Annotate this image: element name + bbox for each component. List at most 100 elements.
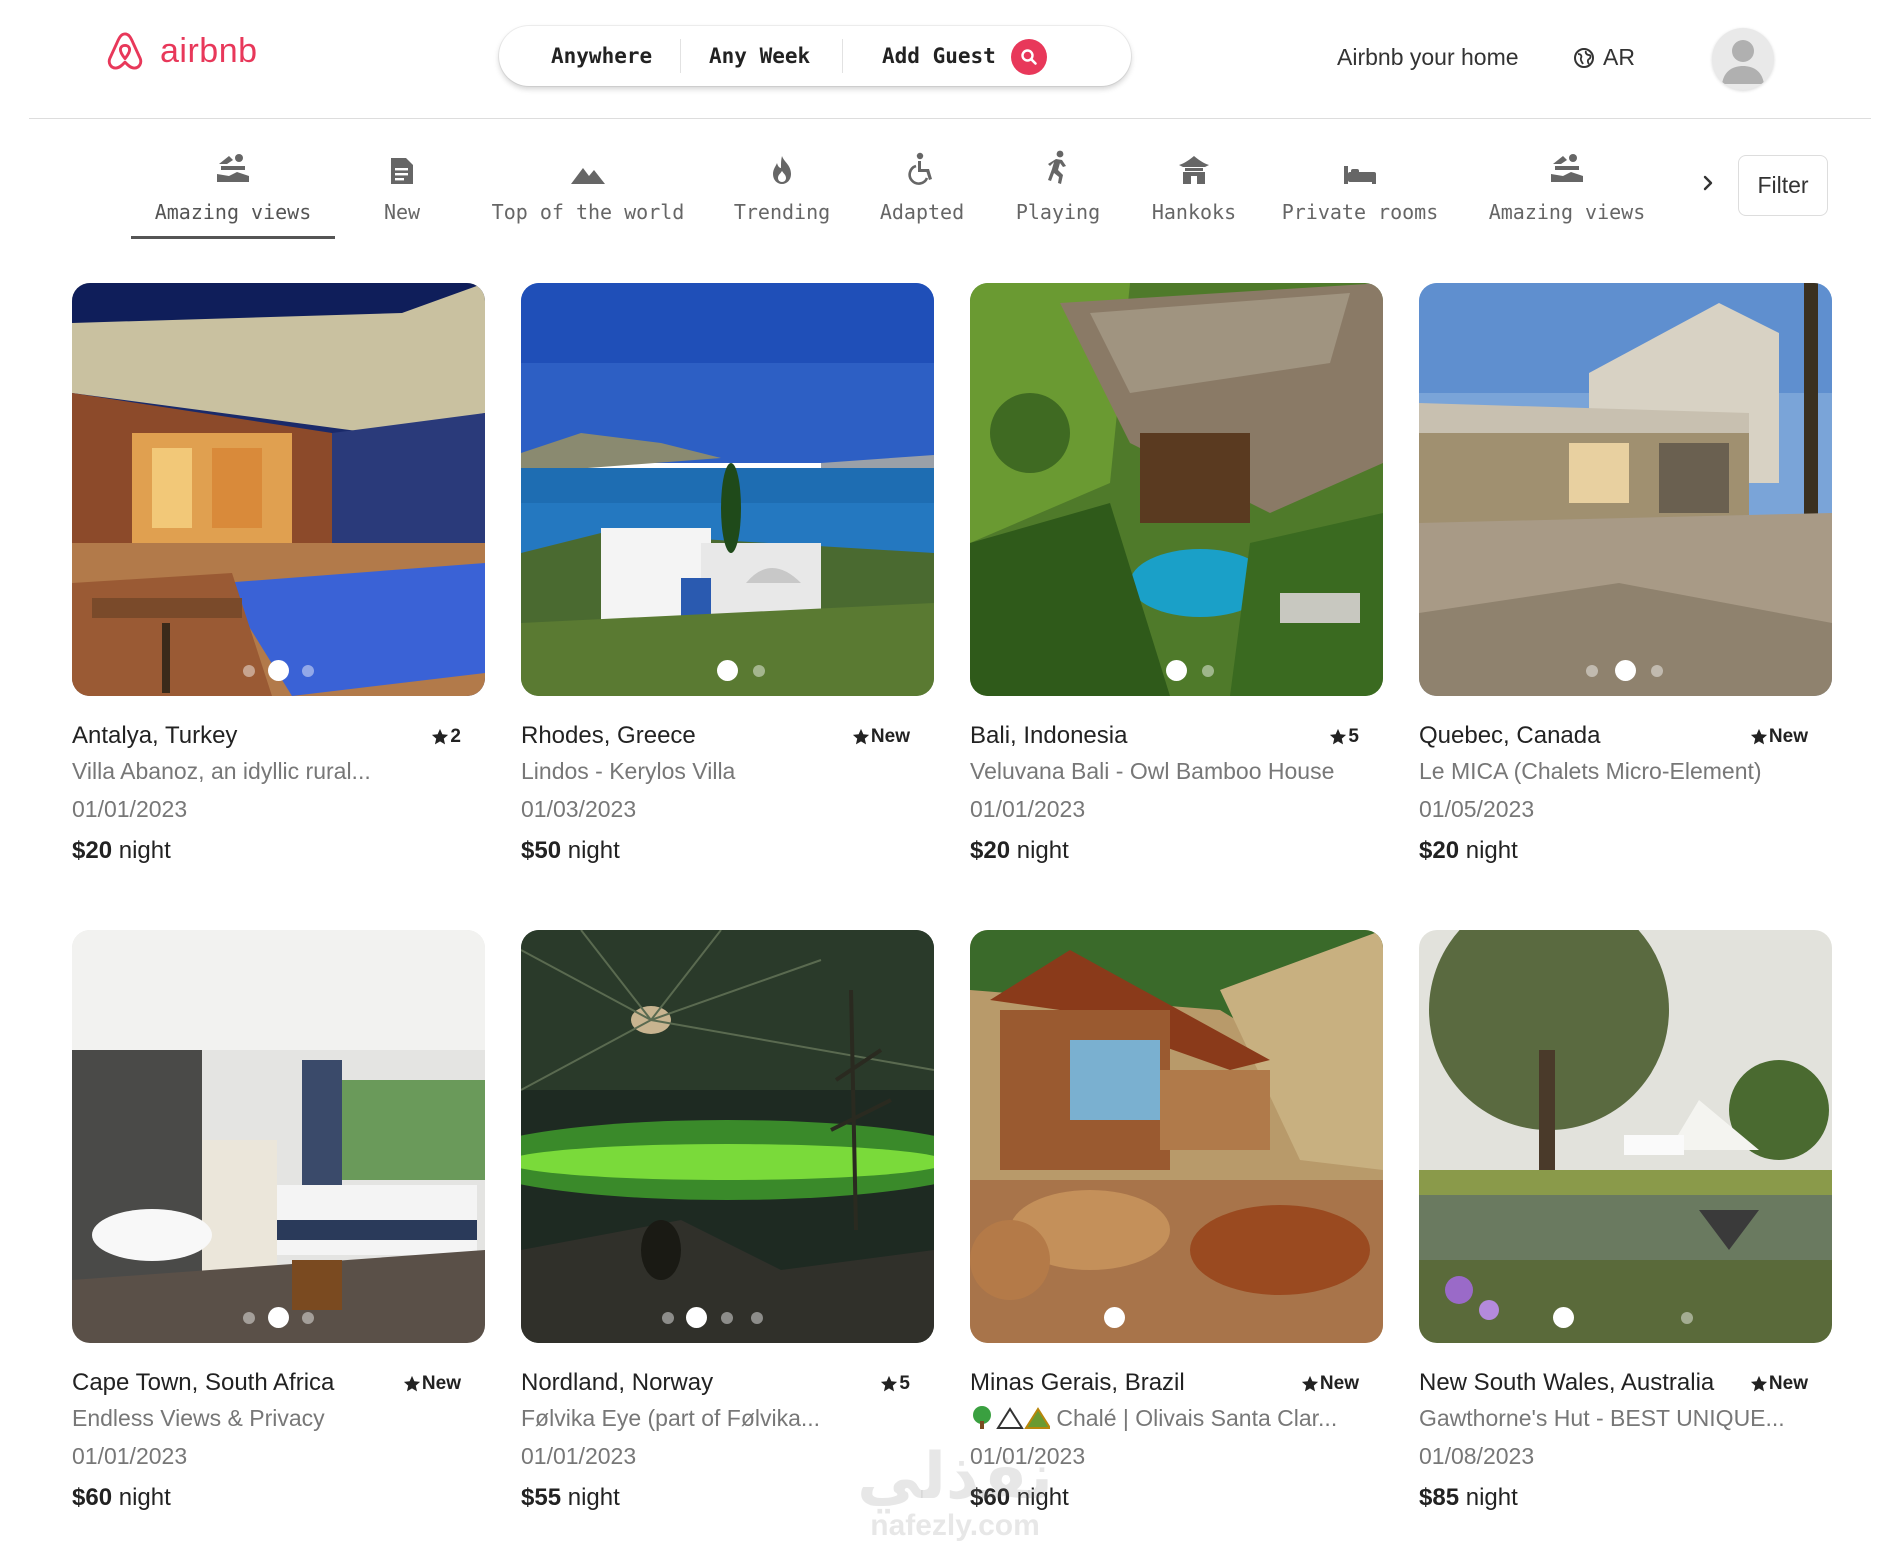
listing-card[interactable]: Nordland, Norway 5 Følvika Eye (part of …	[521, 930, 934, 1523]
category-amazing-views[interactable]: Amazing views	[131, 140, 335, 240]
category-new[interactable]: New	[362, 140, 442, 240]
listing-date: 01/01/2023	[521, 1443, 637, 1469]
listing-photo[interactable]	[72, 283, 485, 696]
listing-location: Bali, Indonesia	[970, 722, 1128, 749]
category-label: Private rooms	[1281, 200, 1439, 224]
listing-card[interactable]: Rhodes, Greece New Lindos - Kerylos Vill…	[521, 283, 934, 876]
listing-location: New South Wales, Australia	[1419, 1369, 1715, 1396]
listing-location: Rhodes, Greece	[521, 722, 696, 749]
listing-rating: New	[1750, 726, 1808, 748]
category-trending[interactable]: Trending	[724, 140, 840, 240]
listing-photo[interactable]	[1419, 283, 1832, 696]
search-bar[interactable]: Anywhere Any Week Add Guest	[499, 26, 1131, 86]
aurora-dome-photo	[521, 930, 934, 1343]
tree-mountain-emoji-icons	[973, 1406, 1052, 1429]
pond-hut-photo	[1419, 930, 1832, 1343]
listing-price: $55 night	[521, 1484, 620, 1511]
listing-date: 01/03/2023	[521, 796, 637, 822]
category-label: Hankoks	[1151, 200, 1237, 224]
category-label: Amazing views	[1488, 200, 1646, 224]
photo-pagination-dots	[521, 1307, 934, 1329]
language-label: AR	[1603, 44, 1635, 70]
listing-card[interactable]: New South Wales, Australia New Gawthorne…	[1419, 930, 1832, 1523]
listing-date: 01/05/2023	[1419, 796, 1535, 822]
listing-title: Lindos - Kerylos Villa	[521, 758, 736, 784]
category-adapted[interactable]: Adapted	[872, 140, 972, 240]
listing-price: $20 night	[970, 837, 1069, 864]
listing-location: Antalya, Turkey	[72, 722, 238, 749]
filter-button[interactable]: Filter	[1738, 155, 1828, 216]
listing-info: Antalya, Turkey 2 Villa Abanoz, an idyll…	[72, 696, 485, 876]
category-top-of-the-world[interactable]: Top of the world	[488, 140, 688, 240]
listing-price: $50 night	[521, 837, 620, 864]
villa-pool-photo	[72, 283, 485, 696]
listing-photo[interactable]	[970, 283, 1383, 696]
listing-info: Quebec, Canada New Le MICA (Chalets Micr…	[1419, 696, 1832, 876]
listing-card[interactable]: Antalya, Turkey 2 Villa Abanoz, an idyll…	[72, 283, 485, 876]
photo-pagination-dots	[970, 1307, 1383, 1329]
category-bar: Amazing views New Top of the world Trend…	[0, 140, 1891, 240]
airbnb-logo[interactable]: airbnb	[104, 30, 258, 72]
search-button[interactable]	[1011, 39, 1047, 75]
star-icon	[432, 728, 449, 745]
listing-rating: New	[1301, 1373, 1359, 1395]
watermark: نفذلي nafezly.com	[840, 1445, 1070, 1543]
listing-photo[interactable]	[521, 283, 934, 696]
listing-rating: New	[403, 1373, 461, 1395]
listing-title: Gawthorne's Hut - BEST UNIQUE...	[1419, 1405, 1785, 1431]
listing-info: Bali, Indonesia 5 Veluvana Bali - Owl Ba…	[970, 696, 1383, 876]
listing-date: 01/01/2023	[970, 796, 1086, 822]
listing-rating: 5	[1329, 726, 1359, 748]
categories-next-button[interactable]	[1695, 170, 1721, 196]
host-your-home-link[interactable]: Airbnb your home	[1337, 44, 1519, 71]
listing-photo[interactable]	[970, 930, 1383, 1343]
listing-title: Le MICA (Chalets Micro-Element)	[1419, 758, 1762, 784]
logo-text: airbnb	[160, 31, 258, 70]
top-header: airbnb Anywhere Any Week Add Guest Airbn…	[0, 0, 1891, 119]
listing-price: $20 night	[72, 837, 171, 864]
category-label: Trending	[733, 200, 831, 224]
listing-rating: New	[1750, 1373, 1808, 1395]
active-category-underline	[131, 236, 335, 239]
listing-title: Veluvana Bali - Owl Bamboo House	[970, 758, 1335, 784]
watermark-arabic: نفذلي	[857, 1440, 1053, 1514]
listing-date: 01/01/2023	[72, 796, 188, 822]
search-icon	[1021, 49, 1037, 65]
listing-price: $60 night	[72, 1484, 171, 1511]
language-selector[interactable]: AR	[1573, 44, 1635, 71]
listing-photo[interactable]	[1419, 930, 1832, 1343]
category-label: Top of the world	[491, 200, 685, 224]
category-playing[interactable]: Playing	[1006, 140, 1110, 240]
category-hankoks[interactable]: Hankoks	[1140, 140, 1248, 240]
listing-location: Minas Gerais, Brazil	[970, 1369, 1185, 1396]
running-person-icon	[1044, 140, 1072, 186]
photo-pagination-dots	[521, 660, 934, 682]
search-add-guest[interactable]: Add Guest	[843, 26, 996, 86]
star-icon	[1301, 1375, 1319, 1392]
listing-card[interactable]: Quebec, Canada New Le MICA (Chalets Micr…	[1419, 283, 1832, 876]
user-avatar[interactable]	[1712, 28, 1774, 90]
listing-card[interactable]: Cape Town, South Africa New Endless View…	[72, 930, 485, 1523]
category-label: Playing	[1015, 200, 1101, 224]
category-private-rooms[interactable]: Private rooms	[1280, 140, 1440, 240]
photo-pagination-dots	[72, 1307, 485, 1329]
fire-icon	[769, 140, 795, 186]
listing-date: 01/08/2023	[1419, 1443, 1535, 1469]
listing-rating: 5	[880, 1373, 910, 1395]
wheelchair-icon	[908, 140, 936, 186]
document-icon	[389, 140, 415, 186]
listing-location: Quebec, Canada	[1419, 722, 1601, 749]
search-any-week[interactable]: Any Week	[681, 39, 843, 73]
user-icon	[1722, 40, 1764, 84]
listing-price: $20 night	[1419, 837, 1518, 864]
category-amazing-views-2[interactable]: Amazing views	[1486, 140, 1648, 240]
globe-icon	[1574, 47, 1594, 68]
category-label: New	[383, 200, 421, 224]
modern-chalet-photo	[1419, 283, 1832, 696]
listing-photo[interactable]	[72, 930, 485, 1343]
search-anywhere[interactable]: Anywhere	[499, 39, 681, 73]
photo-pagination-dots	[970, 660, 1383, 682]
listing-card[interactable]: Bali, Indonesia 5 Veluvana Bali - Owl Ba…	[970, 283, 1383, 876]
listing-card[interactable]: Minas Gerais, Brazil New Chalé | Olivais…	[970, 930, 1383, 1523]
listing-photo[interactable]	[521, 930, 934, 1343]
